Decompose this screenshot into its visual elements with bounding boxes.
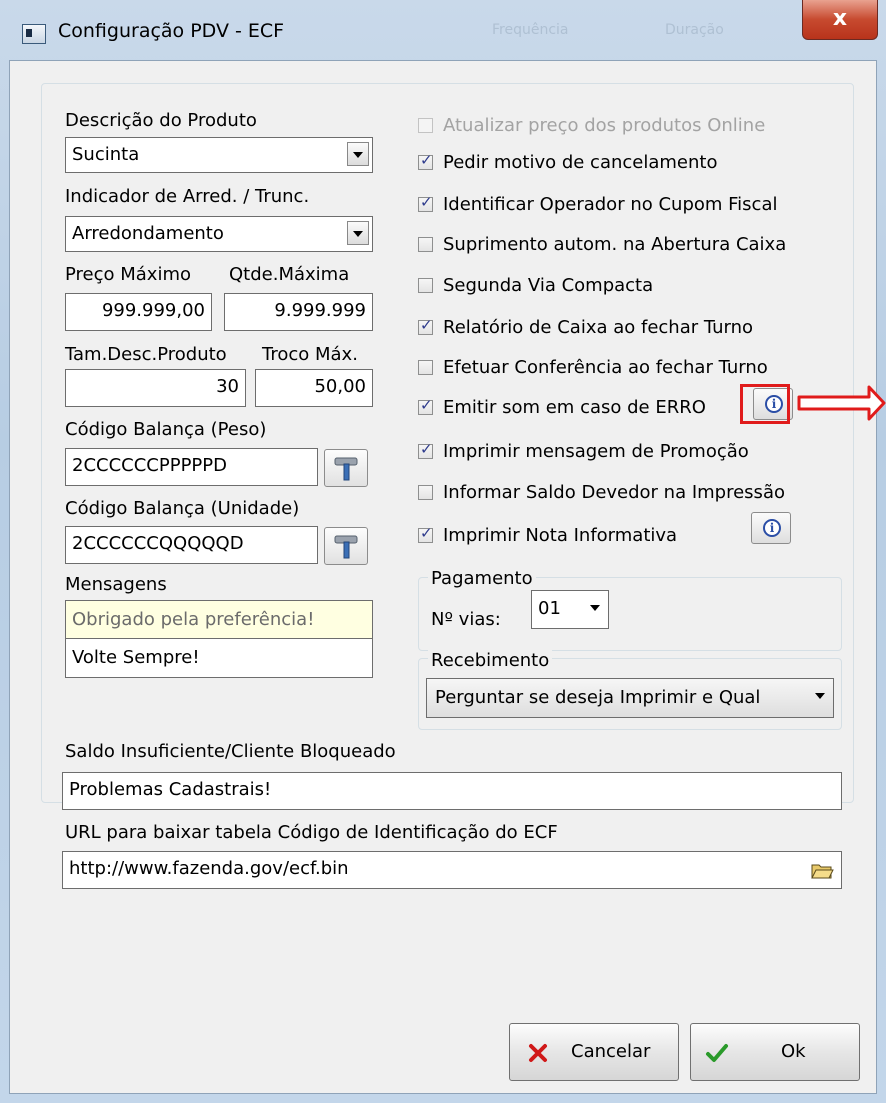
- recebimento-value: Perguntar se deseja Imprimir e Qual: [435, 687, 761, 708]
- option-informar-saldo-devedor[interactable]: Informar Saldo Devedor na Impressão: [418, 479, 785, 505]
- pagamento-title: Pagamento: [428, 568, 536, 589]
- vias-label: Nº vias:: [431, 609, 501, 630]
- tam-desc-produto-input[interactable]: 30: [65, 369, 246, 407]
- chevron-down-icon[interactable]: [815, 693, 825, 699]
- option-imprimir-nota-informativa[interactable]: Imprimir Nota Informativa: [418, 522, 677, 548]
- checkbox[interactable]: [418, 193, 433, 212]
- troco-max-input[interactable]: 50,00: [255, 369, 373, 407]
- option-efetuar-conferencia[interactable]: Efetuar Conferência ao fechar Turno: [418, 354, 768, 380]
- highlight-box: [740, 384, 790, 424]
- dialog-window: Configuração PDV - ECF Frequência Duraçã…: [0, 0, 886, 1103]
- checkbox[interactable]: [418, 396, 433, 415]
- vias-value: 01: [538, 598, 561, 619]
- option-imprimir-mensagem-promocao[interactable]: Imprimir mensagem de Promoção: [418, 438, 749, 464]
- checkbox[interactable]: [418, 117, 433, 133]
- mensagem-1-input[interactable]: Obrigado pela preferência!: [65, 600, 373, 639]
- qtde-maxima-input[interactable]: 9.999.999: [224, 293, 373, 331]
- option-suprimento-automatico[interactable]: Suprimento autom. na Abertura Caixa: [418, 231, 786, 257]
- checkbox[interactable]: [418, 440, 433, 459]
- option-pedir-motivo-cancelamento[interactable]: Pedir motivo de cancelamento: [418, 149, 717, 175]
- option-label: Identificar Operador no Cupom Fiscal: [443, 193, 778, 215]
- option-label: Atualizar preço dos produtos Online: [443, 114, 766, 136]
- codigo-balanca-peso-label: Código Balança (Peso): [65, 419, 267, 440]
- option-label: Pedir motivo de cancelamento: [443, 151, 718, 173]
- cancel-button[interactable]: Cancelar: [509, 1023, 679, 1081]
- qtde-maxima-label: Qtde.Máxima: [229, 264, 350, 285]
- codigo-balanca-peso-input[interactable]: 2CCCCCCPPPPPD: [65, 448, 318, 486]
- option-label: Suprimento autom. na Abertura Caixa: [443, 233, 787, 255]
- checkbox[interactable]: [418, 484, 433, 500]
- option-relatorio-caixa[interactable]: Relatório de Caixa ao fechar Turno: [418, 314, 753, 340]
- descricao-produto-select[interactable]: Sucinta: [65, 137, 373, 173]
- option-atualizar-preco-online[interactable]: Atualizar preço dos produtos Online: [418, 112, 765, 138]
- close-button[interactable]: x: [802, 0, 878, 40]
- vias-select[interactable]: 01: [531, 590, 609, 629]
- codigo-balanca-unidade-label: Código Balança (Unidade): [65, 498, 300, 519]
- indicador-arred-value: Arredondamento: [72, 223, 224, 244]
- codigo-balanca-unidade-input[interactable]: 2CCCCCCQQQQQD: [65, 526, 318, 564]
- nota-informativa-info-button[interactable]: i: [751, 512, 791, 544]
- hammer-icon: [334, 535, 358, 559]
- option-label: Efetuar Conferência ao fechar Turno: [443, 356, 768, 378]
- ok-button[interactable]: Ok: [690, 1023, 860, 1081]
- option-identificar-operador[interactable]: Identificar Operador no Cupom Fiscal: [418, 191, 778, 217]
- indicador-arred-select[interactable]: Arredondamento: [65, 216, 373, 252]
- option-label: Informar Saldo Devedor na Impressão: [443, 481, 785, 503]
- checkbox[interactable]: [418, 277, 433, 293]
- close-icon: [529, 1044, 547, 1062]
- option-segunda-via-compacta[interactable]: Segunda Via Compacta: [418, 272, 653, 298]
- open-folder-icon[interactable]: [810, 858, 834, 882]
- preco-maximo-label: Preço Máximo: [65, 264, 192, 285]
- checkbox[interactable]: [418, 236, 433, 252]
- indicador-arred-label: Indicador de Arred. / Trunc.: [65, 186, 310, 207]
- background-tab-duracao: Duração: [665, 22, 724, 38]
- saldo-insuficiente-input[interactable]: Problemas Cadastrais!: [62, 772, 842, 810]
- check-icon: [706, 1044, 728, 1062]
- cancel-label: Cancelar: [571, 1041, 651, 1062]
- tam-desc-produto-label: Tam.Desc.Produto: [65, 344, 227, 365]
- checkbox[interactable]: [418, 524, 433, 543]
- chevron-down-icon[interactable]: [347, 142, 369, 166]
- dialog-client-area: Descrição do Produto Sucinta Indicador d…: [9, 60, 877, 1094]
- title-bar[interactable]: Configuração PDV - ECF Frequência Duraçã…: [0, 0, 886, 60]
- ok-label: Ok: [781, 1041, 806, 1062]
- window-app-icon: [22, 24, 46, 44]
- recebimento-select[interactable]: Perguntar se deseja Imprimir e Qual: [426, 678, 834, 718]
- checkbox[interactable]: [418, 151, 433, 170]
- checkbox[interactable]: [418, 316, 433, 335]
- preco-maximo-input[interactable]: 999.999,00: [65, 293, 212, 331]
- saldo-insuficiente-label: Saldo Insuficiente/Cliente Bloqueado: [65, 741, 396, 762]
- arrow-right-icon: [797, 385, 886, 421]
- option-label: Emitir som em caso de ERRO: [443, 396, 706, 418]
- url-ecf-label: URL para baixar tabela Código de Identif…: [65, 822, 558, 843]
- window-title: Configuração PDV - ECF: [58, 20, 285, 42]
- mensagem-2-input[interactable]: Volte Sempre!: [65, 638, 373, 678]
- checkbox[interactable]: [418, 359, 433, 375]
- descricao-produto-label: Descrição do Produto: [65, 110, 257, 131]
- recebimento-title: Recebimento: [428, 650, 553, 671]
- chevron-down-icon[interactable]: [347, 221, 369, 245]
- option-label: Segunda Via Compacta: [443, 274, 654, 296]
- info-icon: i: [763, 519, 781, 537]
- option-label: Imprimir Nota Informativa: [443, 524, 678, 546]
- option-label: Relatório de Caixa ao fechar Turno: [443, 316, 754, 338]
- hammer-icon: [334, 457, 358, 481]
- balanca-peso-tool-button[interactable]: [324, 449, 368, 487]
- option-label: Imprimir mensagem de Promoção: [443, 440, 749, 462]
- background-tab-frequencia: Frequência: [492, 22, 569, 38]
- balanca-unidade-tool-button[interactable]: [324, 527, 368, 565]
- descricao-produto-value: Sucinta: [72, 144, 140, 165]
- chevron-down-icon[interactable]: [590, 605, 600, 611]
- url-ecf-value: http://www.fazenda.gov/ecf.bin: [69, 858, 349, 879]
- troco-max-label: Troco Máx.: [262, 344, 358, 365]
- mensagens-label: Mensagens: [65, 574, 167, 595]
- option-emitir-som-erro[interactable]: Emitir som em caso de ERRO: [418, 394, 706, 420]
- url-ecf-input[interactable]: http://www.fazenda.gov/ecf.bin: [62, 851, 842, 889]
